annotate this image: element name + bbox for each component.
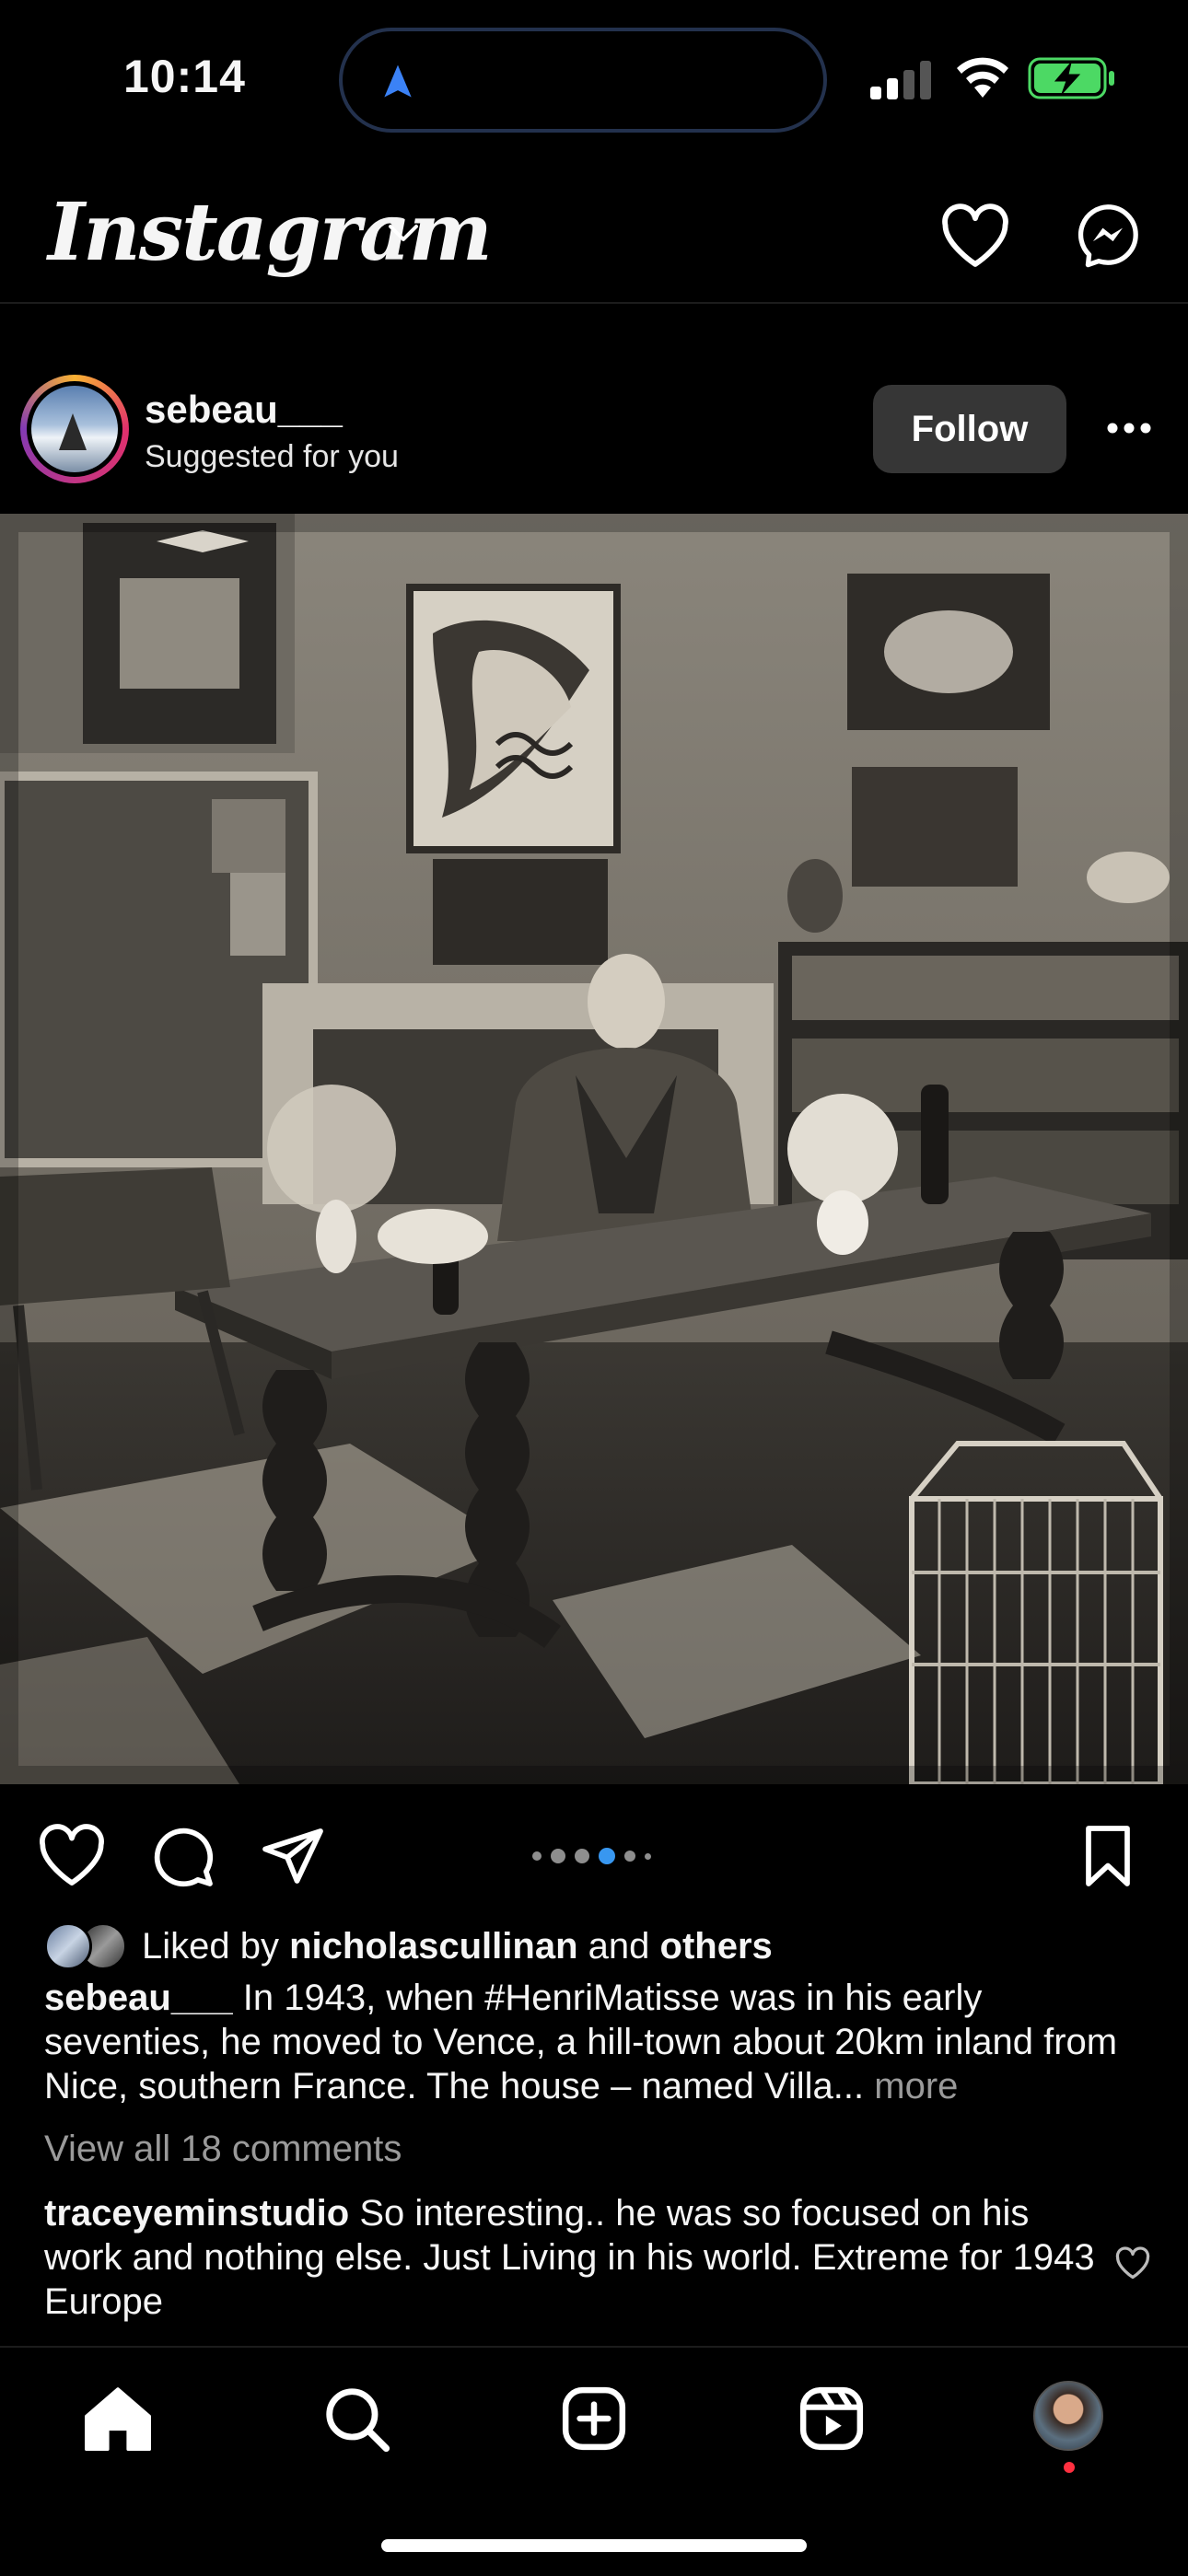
carousel-dot (575, 1849, 589, 1863)
suggested-label: Suggested for you (145, 439, 399, 474)
chevron-down-icon[interactable] (385, 219, 422, 247)
caption-more-link[interactable]: more (874, 2066, 958, 2106)
carousel-dot-active (599, 1848, 615, 1864)
carousel-dot (624, 1851, 635, 1862)
post-photo-image (0, 514, 1188, 1784)
post-photo[interactable] (0, 514, 1188, 1784)
home-indicator[interactable] (381, 2539, 807, 2552)
dynamic-island (339, 28, 827, 133)
like-heart-icon[interactable] (37, 1823, 107, 1887)
more-options-icon[interactable] (1101, 400, 1157, 456)
search-icon[interactable] (322, 2385, 390, 2453)
notifications-heart-icon[interactable] (939, 203, 1011, 269)
carousel-dot (645, 1852, 651, 1860)
carousel-indicator (532, 1845, 651, 1867)
save-bookmark-icon[interactable] (1079, 1823, 1136, 1889)
wifi-icon (957, 57, 1008, 98)
likes-others-link[interactable]: others (660, 1926, 773, 1967)
view-all-comments-link[interactable]: View all 18 comments (44, 2129, 402, 2170)
top-comment: traceyeminstudio So interesting.. he was… (44, 2191, 1103, 2324)
liker-username[interactable]: nicholascullinan (289, 1926, 577, 1967)
carousel-dot (532, 1851, 542, 1861)
post-header: sebeau___ Suggested for you Follow (0, 354, 1188, 502)
profile-avatar[interactable] (1033, 2381, 1103, 2451)
comment-like-heart-icon[interactable] (1114, 2246, 1151, 2280)
post-caption: sebeau___ In 1943, when #HenriMatisse wa… (44, 1978, 1118, 2106)
comment-username[interactable]: traceyeminstudio (44, 2193, 349, 2234)
post-username[interactable]: sebeau___ (145, 388, 343, 432)
caption-username[interactable]: sebeau___ (44, 1978, 233, 2018)
comment-icon[interactable] (149, 1823, 215, 1889)
share-icon[interactable] (260, 1823, 326, 1889)
liker-avatar (44, 1922, 92, 1970)
avatar (31, 386, 118, 472)
status-bar: 10:14 (0, 0, 1188, 157)
create-post-icon[interactable] (560, 2385, 628, 2453)
post-actions (0, 1804, 1188, 1906)
navigation-arrow-icon (384, 64, 412, 98)
likes-text: Liked by nicholascullinan and others (142, 1925, 773, 1967)
likes-row[interactable]: Liked by nicholascullinan and others (44, 1919, 773, 1974)
caption-hashtag[interactable]: #HenriMatisse (484, 1978, 720, 2018)
reels-icon[interactable] (798, 2385, 866, 2453)
follow-button[interactable]: Follow (873, 385, 1066, 473)
carousel-dot (551, 1849, 565, 1863)
notification-dot (1064, 2462, 1075, 2473)
story-avatar[interactable] (20, 375, 129, 483)
instagram-logo[interactable]: Instagram (48, 186, 493, 279)
home-icon[interactable] (83, 2385, 153, 2451)
cellular-signal-icon (870, 61, 931, 99)
status-time: 10:14 (123, 51, 246, 102)
messenger-icon[interactable] (1074, 201, 1142, 269)
battery-charging-icon (1028, 57, 1114, 99)
app-header: Instagram (0, 157, 1188, 304)
